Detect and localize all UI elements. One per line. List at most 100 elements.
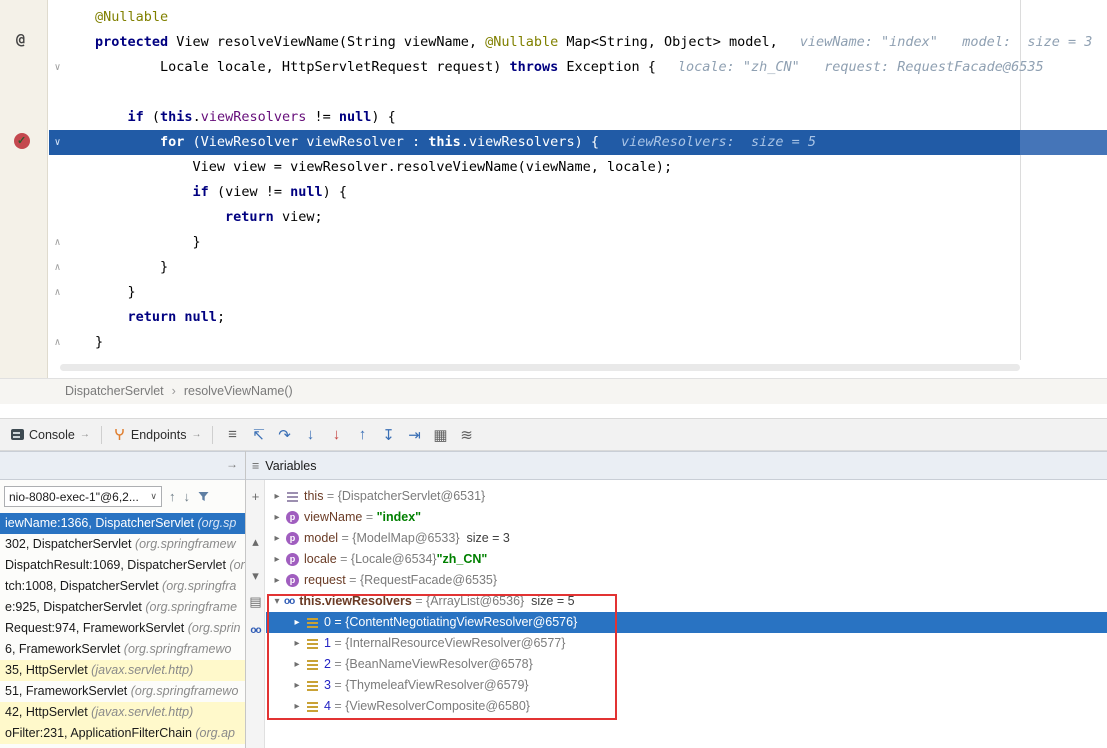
chevron-right-icon[interactable]: ▸ [290, 612, 304, 633]
variable-row[interactable]: ▸this = {DispatcherServlet@6531} [266, 486, 1107, 507]
drop-frame-icon[interactable]: ↧ [375, 423, 401, 447]
tab-options-icon[interactable]: → [191, 429, 201, 440]
add-watch-icon[interactable]: + [246, 486, 265, 506]
code-line: return null; [49, 305, 1107, 330]
variables-menu-icon[interactable]: ≡ [252, 459, 259, 473]
breadcrumb-class[interactable]: DispatcherServlet [65, 384, 164, 398]
chevron-right-icon[interactable]: ▸ [290, 696, 304, 717]
tool-window-headers: → ≡ Variables [0, 451, 1107, 480]
step-over-icon[interactable]: ↷ [271, 423, 297, 447]
show-execution-point-icon[interactable]: ↸ [245, 423, 271, 447]
variable-row[interactable]: ▸3 = {ThymeleafViewResolver@6579} [266, 675, 1107, 696]
equals-sign: = [331, 675, 345, 696]
stack-frame[interactable]: e:925, DispatcherServlet (org.springfram… [0, 597, 245, 618]
hide-library-frames-icon[interactable] [197, 490, 210, 503]
chevron-right-icon[interactable]: ▸ [270, 486, 284, 507]
equals-sign: = [331, 633, 345, 654]
code-text: Locale locale, HttpServletRequest reques… [95, 59, 656, 75]
show-watches-icon[interactable]: oo [246, 620, 265, 640]
frame-location: 35, HttpServlet [5, 663, 91, 677]
code-line: Locale locale, HttpServletRequest reques… [49, 55, 1107, 80]
duplicate-watch-icon[interactable]: ▤ [246, 592, 265, 612]
panel-divider[interactable] [245, 451, 246, 748]
equals-sign: = [323, 486, 337, 507]
stack-frame[interactable]: DispatchResult:1069, DispatcherServlet (… [0, 555, 245, 576]
chevron-right-icon[interactable]: ▸ [270, 507, 284, 528]
frames-panel: nio-8080-exec-1"@6,2... ∨ ↑ ↓ iewName:136… [0, 480, 245, 748]
horizontal-scrollbar[interactable] [60, 364, 1020, 371]
ide-debug-view: @ ✓ @Nullableprotected View resolveViewN… [0, 0, 1107, 748]
code-editor: @ ✓ @Nullableprotected View resolveViewN… [0, 0, 1107, 378]
code-text: @Nullable [95, 9, 168, 25]
variable-value: {BeanNameViewResolver@6578} [345, 654, 533, 675]
code-line: return view; [49, 205, 1107, 230]
tab-console[interactable]: Console → [6, 419, 95, 450]
chevron-right-icon[interactable]: ▸ [290, 654, 304, 675]
scroll-up-icon[interactable]: ▴ [246, 532, 265, 552]
breakpoint-icon[interactable]: ✓ [14, 133, 30, 149]
variables-panel: +▴▾▤oo ▸this = {DispatcherServlet@6531}▸… [246, 480, 1107, 748]
fold-marker-icon[interactable]: ∨ [51, 55, 64, 80]
variable-value: {ContentNegotiatingViewResolver@6576} [345, 612, 577, 633]
previous-frame-icon[interactable]: ↑ [169, 489, 176, 504]
stack-frame[interactable]: 302, DispatcherServlet (org.springframew [0, 534, 245, 555]
thread-selector[interactable]: nio-8080-exec-1"@6,2... ∨ [4, 486, 162, 507]
code-text: } [95, 334, 103, 350]
variable-row[interactable]: ▸2 = {BeanNameViewResolver@6578} [266, 654, 1107, 675]
frame-location: 6, FrameworkServlet [5, 642, 124, 656]
stack-frame[interactable]: 6, FrameworkServlet (org.springframewo [0, 639, 245, 660]
tab-options-icon[interactable]: → [80, 429, 90, 440]
stack-frame[interactable]: tch:1008, DispatcherServlet (org.springf… [0, 576, 245, 597]
stack-frame[interactable]: 42, HttpServlet (javax.servlet.http) [0, 702, 245, 723]
stack-frame[interactable]: iewName:1366, DispatcherServlet (org.sp [0, 513, 245, 534]
layout-settings-icon[interactable]: ≋ [453, 423, 479, 447]
chevron-right-icon[interactable]: ▸ [290, 675, 304, 696]
fold-marker-icon[interactable]: ∧ [51, 280, 64, 305]
variable-row[interactable]: ▸plocale = {Locale@6534} "zh_CN" [266, 549, 1107, 570]
view-options-icon[interactable]: ≡ [219, 423, 245, 447]
frame-location: iewName:1366, DispatcherServlet [5, 516, 197, 530]
stack-frame[interactable]: 51, FrameworkServlet (org.springframewo [0, 681, 245, 702]
variable-row[interactable]: ▸pviewName = "index" [266, 507, 1107, 528]
stack-frame[interactable]: Request:974, FrameworkServlet (org.sprin [0, 618, 245, 639]
chevron-right-icon[interactable]: ▸ [270, 570, 284, 591]
chevron-right-icon[interactable]: ▸ [270, 528, 284, 549]
chevron-right-icon[interactable]: ▸ [270, 549, 284, 570]
scroll-down-icon[interactable]: ▾ [246, 566, 265, 586]
variable-row[interactable]: ▸prequest = {RequestFacade@6535} [266, 570, 1107, 591]
fold-marker-icon[interactable]: ∧ [51, 255, 64, 280]
variable-row[interactable]: ▸0 = {ContentNegotiatingViewResolver@657… [266, 612, 1107, 633]
array-item-icon [307, 681, 318, 691]
stack-frame[interactable]: oFilter:231, ApplicationFilterChain (org… [0, 723, 245, 744]
code-line [49, 80, 1107, 105]
code-text: for (ViewResolver viewResolver : this.vi… [95, 134, 599, 150]
editor-gutter: @ ✓ [0, 0, 48, 378]
chevron-down-icon[interactable]: ▾ [270, 591, 284, 612]
step-out-icon[interactable]: ↑ [349, 423, 375, 447]
array-item-icon [307, 639, 318, 649]
chevron-down-icon: ∨ [150, 491, 157, 502]
variable-row[interactable]: ▸1 = {InternalResourceViewResolver@6577} [266, 633, 1107, 654]
variable-name: locale [304, 549, 337, 570]
frames-panel-menu-icon[interactable]: → [226, 457, 238, 471]
view-as-table-icon[interactable]: ▦ [427, 423, 453, 447]
fold-marker-icon[interactable]: ∧ [51, 330, 64, 355]
variable-row[interactable]: ▾oothis.viewResolvers = {ArrayList@6536}… [266, 591, 1107, 612]
run-to-cursor-icon[interactable]: ⇥ [401, 423, 427, 447]
chevron-right-icon[interactable]: ▸ [290, 633, 304, 654]
fold-marker-icon[interactable]: ∧ [51, 230, 64, 255]
step-into-icon[interactable]: ↓ [297, 423, 323, 447]
variable-row[interactable]: ▸pmodel = {ModelMap@6533} size = 3 [266, 528, 1107, 549]
force-step-into-icon[interactable]: ↓ [323, 423, 349, 447]
tab-endpoints[interactable]: Endpoints → [108, 419, 207, 450]
panel-splitter[interactable] [0, 404, 1107, 418]
stack-frame[interactable]: 35, HttpServlet (javax.servlet.http) [0, 660, 245, 681]
variables-tree: ▸this = {DispatcherServlet@6531}▸pviewNa… [266, 486, 1107, 717]
breadcrumb-method[interactable]: resolveViewName() [184, 384, 293, 398]
next-frame-icon[interactable]: ↓ [184, 489, 191, 504]
fold-marker-icon[interactable]: ∨ [51, 130, 64, 155]
variable-size: size = 5 [524, 591, 574, 612]
endpoints-icon [113, 428, 126, 441]
code-line: if (this.viewResolvers != null) { [49, 105, 1107, 130]
variable-row[interactable]: ▸4 = {ViewResolverComposite@6580} [266, 696, 1107, 717]
